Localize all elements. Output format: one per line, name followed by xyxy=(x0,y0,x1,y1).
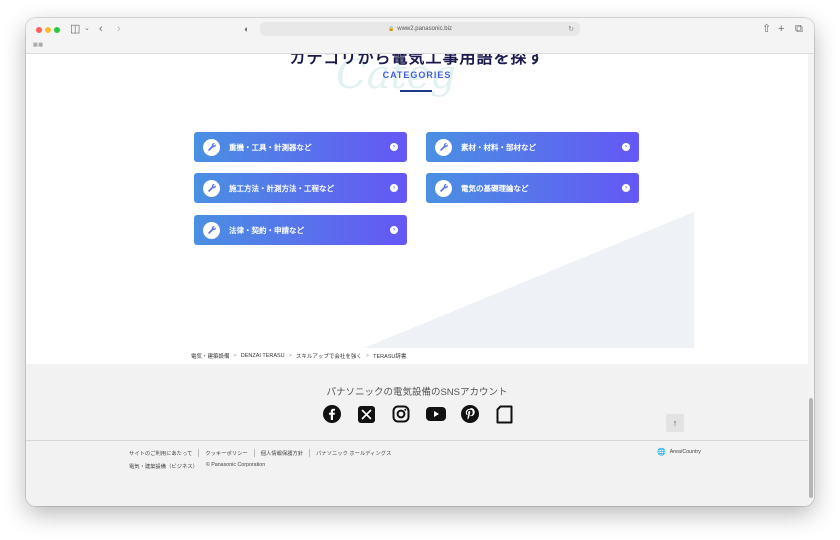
x-icon[interactable] xyxy=(357,404,377,424)
youtube-icon[interactable] xyxy=(425,404,446,424)
address-bar[interactable]: 🔒 www2.panasonic.biz ↻ xyxy=(260,22,580,36)
category-button-electrical-theory[interactable]: 電気の基礎理論など › xyxy=(426,173,639,203)
footer: パナソニックの電気設備のSNSアカウント ↑ サイトのご利用にあたって クッキー… xyxy=(26,364,808,506)
tabs-overview-icon[interactable]: ⧉ xyxy=(795,22,803,36)
footer-link-business[interactable]: 電気・建築設備（ビジネス） xyxy=(129,462,198,470)
category-button-equipment[interactable]: 重機・工具・計測器など › xyxy=(194,132,407,162)
forward-icon[interactable]: › xyxy=(117,22,121,36)
category-label: 重機・工具・計測器など xyxy=(229,142,312,152)
footer-divider xyxy=(26,440,808,441)
wrench-icon xyxy=(435,179,452,197)
category-label: 施工方法・計測方法・工程など xyxy=(229,183,334,193)
section-heading: カテゴリから電気工事用語を探す xyxy=(289,54,545,67)
url-text: www2.panasonic.biz xyxy=(397,26,452,32)
back-to-top-button[interactable]: ↑ xyxy=(666,414,684,432)
browser-window: ◫ ⌄ ‹ › ◐ 🔒 www2.panasonic.biz ↻ ⇧ + ⧉ ▦… xyxy=(26,18,814,506)
footer-link-terms[interactable]: サイトのご利用にあたって xyxy=(129,449,198,457)
arrow-right-icon: › xyxy=(622,184,630,192)
breadcrumb-item[interactable]: スキルアップで会社を強く xyxy=(296,352,362,360)
category-button-construction[interactable]: 施工方法・計測方法・工程など › xyxy=(194,173,407,203)
heading-underline xyxy=(400,90,432,92)
sns-title: パナソニックの電気設備のSNSアカウント xyxy=(326,387,508,398)
category-label: 電気の基礎理論など xyxy=(461,183,529,193)
breadcrumb-item[interactable]: 電気・建築設備 xyxy=(191,352,230,360)
breadcrumb: 電気・建築設備 > DENZAI TERASU > スキルアップで会社を強く >… xyxy=(191,352,406,360)
footer-links: サイトのご利用にあたって クッキーポリシー 個人情報保護方針 パナソニック ホー… xyxy=(129,449,397,457)
footer-bottom: 電気・建築設備（ビジネス） © Panasonic Corporation xyxy=(129,462,265,470)
footer-link-privacy[interactable]: 個人情報保護方針 xyxy=(253,449,309,457)
reload-icon[interactable]: ↻ xyxy=(568,25,574,33)
decorative-triangle xyxy=(364,212,694,348)
facebook-icon[interactable] xyxy=(322,404,342,424)
category-button-law[interactable]: 法律・契約・申請など › xyxy=(194,215,407,245)
footer-link-holdings[interactable]: パナソニック ホールディングス xyxy=(309,449,397,457)
share-icon[interactable]: ⇧ xyxy=(762,22,771,36)
pinterest-icon[interactable] xyxy=(460,404,480,424)
extension-icon[interactable]: ▦▦ xyxy=(33,42,43,48)
instagram-icon[interactable] xyxy=(391,404,411,424)
breadcrumb-item[interactable]: DENZAI TERASU xyxy=(241,353,285,359)
arrow-right-icon: › xyxy=(390,143,398,151)
arrow-right-icon: › xyxy=(622,143,630,151)
zoom-window-button[interactable] xyxy=(54,27,60,33)
vertical-scrollbar[interactable] xyxy=(808,54,814,506)
footer-link-cookie[interactable]: クッキーポリシー xyxy=(198,449,253,457)
close-window-button[interactable] xyxy=(36,27,42,33)
category-button-materials[interactable]: 素材・材料・部材など › xyxy=(426,132,639,162)
note-icon[interactable] xyxy=(495,404,515,424)
sns-links xyxy=(322,404,529,424)
wrench-icon xyxy=(203,179,220,197)
new-tab-icon[interactable]: + xyxy=(778,22,784,36)
copyright: © Panasonic Corporation xyxy=(205,462,266,468)
wrench-icon xyxy=(203,221,220,239)
lock-icon: 🔒 xyxy=(388,26,395,32)
minimize-window-button[interactable] xyxy=(45,27,51,33)
shield-half-icon[interactable]: ◐ xyxy=(244,22,249,36)
breadcrumb-separator: > xyxy=(288,353,292,359)
breadcrumb-item-current: TERASU辞書 xyxy=(373,354,407,360)
wrench-icon xyxy=(203,138,220,156)
chevron-down-icon[interactable]: ⌄ xyxy=(84,22,90,36)
arrow-right-icon: › xyxy=(390,226,398,234)
category-label: 法律・契約・申請など xyxy=(229,225,304,235)
back-icon[interactable]: ‹ xyxy=(99,22,103,36)
browser-toolbar: ◫ ⌄ ‹ › ◐ 🔒 www2.panasonic.biz ↻ ⇧ + ⧉ ▦… xyxy=(26,18,814,54)
categories-label: CATEGORIES xyxy=(382,70,452,80)
sidebar-icon[interactable]: ◫ xyxy=(70,22,80,36)
category-label: 素材・材料・部材など xyxy=(461,142,536,152)
area-country-label: Area/Country xyxy=(669,449,701,455)
wrench-icon xyxy=(435,138,452,156)
breadcrumb-separator: > xyxy=(233,353,237,359)
arrow-right-icon: › xyxy=(390,184,398,192)
scrollbar-thumb[interactable] xyxy=(809,398,813,498)
globe-icon: 🌐 xyxy=(657,449,666,456)
area-country-selector[interactable]: 🌐 Area/Country xyxy=(657,448,701,456)
web-page: Categ カテゴリから電気工事用語を探す CATEGORIES 重機・工具・計… xyxy=(26,54,808,506)
breadcrumb-separator: > xyxy=(365,353,370,359)
